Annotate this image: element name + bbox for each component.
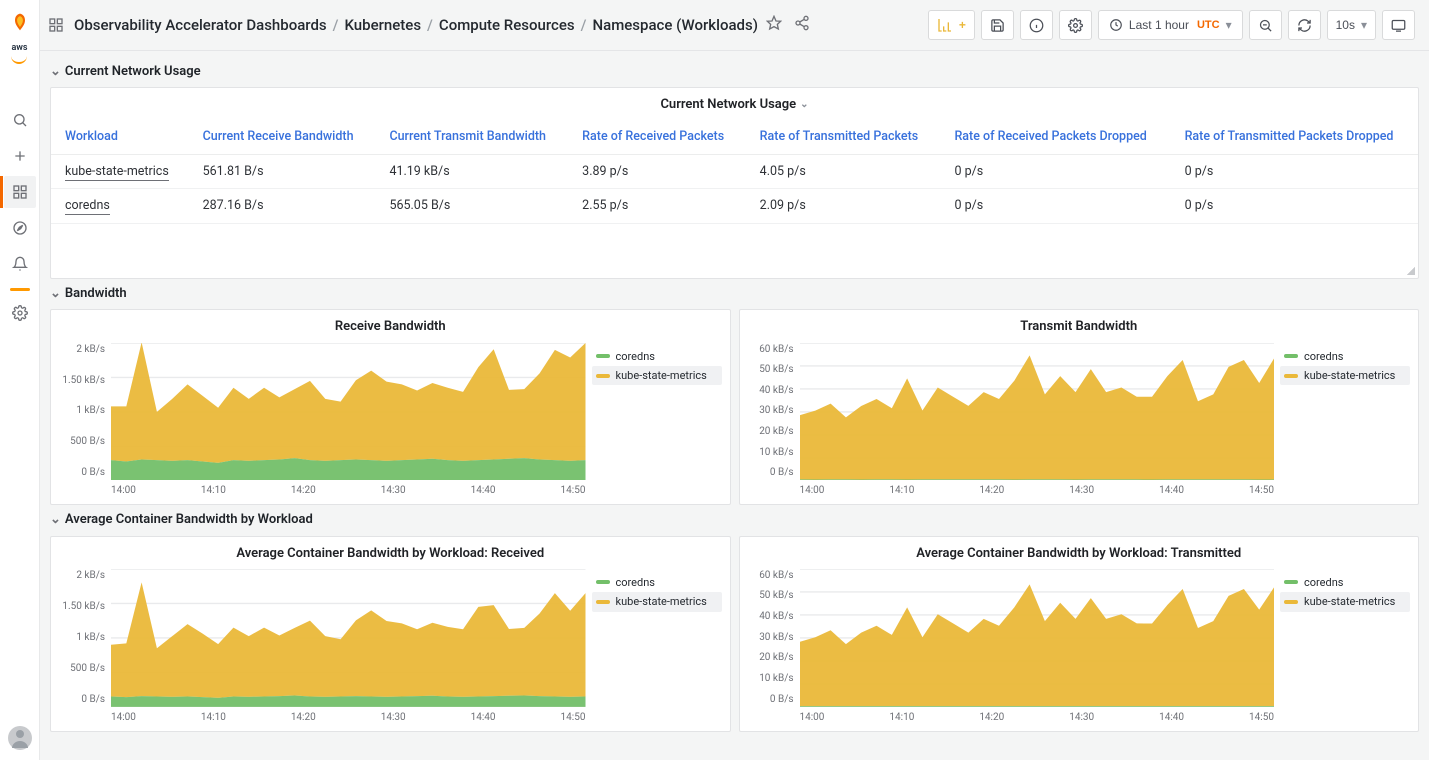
aws-logo[interactable]: aws (11, 42, 27, 64)
legend-item[interactable]: kube-state-metrics (592, 366, 722, 385)
crumb-3[interactable]: Namespace (Workloads) (592, 15, 758, 36)
avatar[interactable] (8, 726, 32, 750)
dashboards-icon[interactable] (4, 176, 36, 208)
row-toggle-bandwidth[interactable]: ⌄ Bandwidth (50, 279, 1419, 309)
panel-transmit-bw: Transmit Bandwidth 60 kB/s50 kB/s40 kB/s… (739, 309, 1420, 505)
row-toggle-network[interactable]: ⌄ Current Network Usage (50, 57, 1419, 87)
chevron-down-icon: ⌄ (800, 98, 808, 112)
row-title: Average Container Bandwidth by Workload (65, 511, 313, 529)
network-usage-table: Workload Current Receive Bandwidth Curre… (51, 120, 1418, 224)
legend-item[interactable]: coredns (1280, 573, 1410, 592)
panel-avg-tx: Average Container Bandwidth by Workload:… (739, 536, 1420, 732)
legend-item[interactable]: kube-state-metrics (1280, 366, 1410, 385)
legend-item[interactable]: coredns (592, 347, 722, 366)
workload-link[interactable]: coredns (65, 198, 110, 215)
search-icon[interactable] (4, 104, 36, 136)
panel-title[interactable]: Current Network Usage ⌄ (51, 88, 1418, 120)
chart-legend: coredns kube-state-metrics (592, 569, 722, 725)
refresh-button[interactable] (1288, 10, 1321, 40)
grafana-logo[interactable] (4, 6, 36, 38)
chevron-down-icon: ▾ (1226, 18, 1232, 32)
add-panel-button[interactable]: + (928, 10, 975, 40)
time-range-label: Last 1 hour (1129, 18, 1189, 32)
chart-plot[interactable]: 2 kB/s1.50 kB/s1 kB/s500 B/s0 B/s14:0014… (59, 569, 586, 725)
row-toggle-avg[interactable]: ⌄ Average Container Bandwidth by Workloa… (50, 505, 1419, 535)
chart-legend: coredns kube-state-metrics (592, 343, 722, 499)
chart-legend: coredns kube-state-metrics (1280, 343, 1410, 499)
topbar: Observability Accelerator Dashboards / K… (40, 0, 1429, 51)
info-button[interactable] (1020, 10, 1053, 40)
legend-item[interactable]: kube-state-metrics (592, 592, 722, 611)
crumb-2[interactable]: Compute Resources (439, 15, 575, 36)
workload-link[interactable]: kube-state-metrics (65, 164, 169, 181)
row-title: Bandwidth (65, 285, 127, 303)
sidebar: aws (0, 0, 40, 760)
zoom-out-button[interactable] (1249, 10, 1282, 40)
crumb-root[interactable]: Observability Accelerator Dashboards (74, 15, 327, 36)
panel-grid-icon[interactable] (48, 17, 64, 33)
chevron-down-icon: ⌄ (50, 63, 61, 81)
panel-avg-recv: Average Container Bandwidth by Workload:… (50, 536, 731, 732)
col-recv-pkts[interactable]: Rate of Received Packets (568, 120, 746, 154)
col-workload[interactable]: Workload (51, 120, 189, 154)
refresh-interval-picker[interactable]: 10s▾ (1327, 10, 1376, 40)
chart-plot[interactable]: 60 kB/s50 kB/s40 kB/s30 kB/s20 kB/s10 kB… (748, 343, 1275, 499)
legend-item[interactable]: coredns (1280, 347, 1410, 366)
chevron-down-icon: ▾ (1361, 18, 1367, 32)
chevron-down-icon: ⌄ (50, 285, 61, 303)
panel-receive-bw: Receive Bandwidth 2 kB/s1.50 kB/s1 kB/s5… (50, 309, 731, 505)
chart-legend: coredns kube-state-metrics (1280, 569, 1410, 725)
row-title: Current Network Usage (65, 63, 201, 81)
crumb-sep: / (333, 15, 339, 36)
col-tx-pkts[interactable]: Rate of Transmitted Packets (746, 120, 941, 154)
utc-badge: UTC (1197, 19, 1220, 31)
col-recv-drop[interactable]: Rate of Received Packets Dropped (940, 120, 1170, 154)
crumb-1[interactable]: Kubernetes (344, 15, 421, 36)
chart-plot[interactable]: 2 kB/s1.50 kB/s1 kB/s500 B/s0 B/s14:0014… (59, 343, 586, 499)
col-recv-bw[interactable]: Current Receive Bandwidth (189, 120, 376, 154)
aws-divider (10, 288, 30, 291)
share-icon[interactable] (794, 15, 814, 35)
config-icon[interactable] (4, 297, 36, 329)
col-tx-bw[interactable]: Current Transmit Bandwidth (375, 120, 568, 154)
breadcrumb: Observability Accelerator Dashboards / K… (74, 15, 758, 36)
alerting-icon[interactable] (4, 248, 36, 280)
legend-item[interactable]: kube-state-metrics (1280, 592, 1410, 611)
table-row: kube-state-metrics 561.81 B/s 41.19 kB/s… (51, 154, 1418, 189)
table-row: coredns 287.16 B/s 565.05 B/s 2.55 p/s 2… (51, 189, 1418, 224)
plus-icon[interactable] (4, 140, 36, 172)
star-icon[interactable] (766, 15, 786, 35)
legend-item[interactable]: coredns (592, 573, 722, 592)
time-range-picker[interactable]: Last 1 hour UTC ▾ (1098, 10, 1243, 40)
chevron-down-icon: ⌄ (50, 511, 61, 529)
tv-mode-button[interactable] (1382, 10, 1415, 40)
save-button[interactable] (981, 10, 1014, 40)
panel-network-table: Current Network Usage ⌄ Workload Current… (50, 87, 1419, 279)
explore-icon[interactable] (4, 212, 36, 244)
col-tx-drop[interactable]: Rate of Transmitted Packets Dropped (1171, 120, 1418, 154)
chart-plot[interactable]: 60 kB/s50 kB/s40 kB/s30 kB/s20 kB/s10 kB… (748, 569, 1275, 725)
settings-button[interactable] (1059, 10, 1092, 40)
